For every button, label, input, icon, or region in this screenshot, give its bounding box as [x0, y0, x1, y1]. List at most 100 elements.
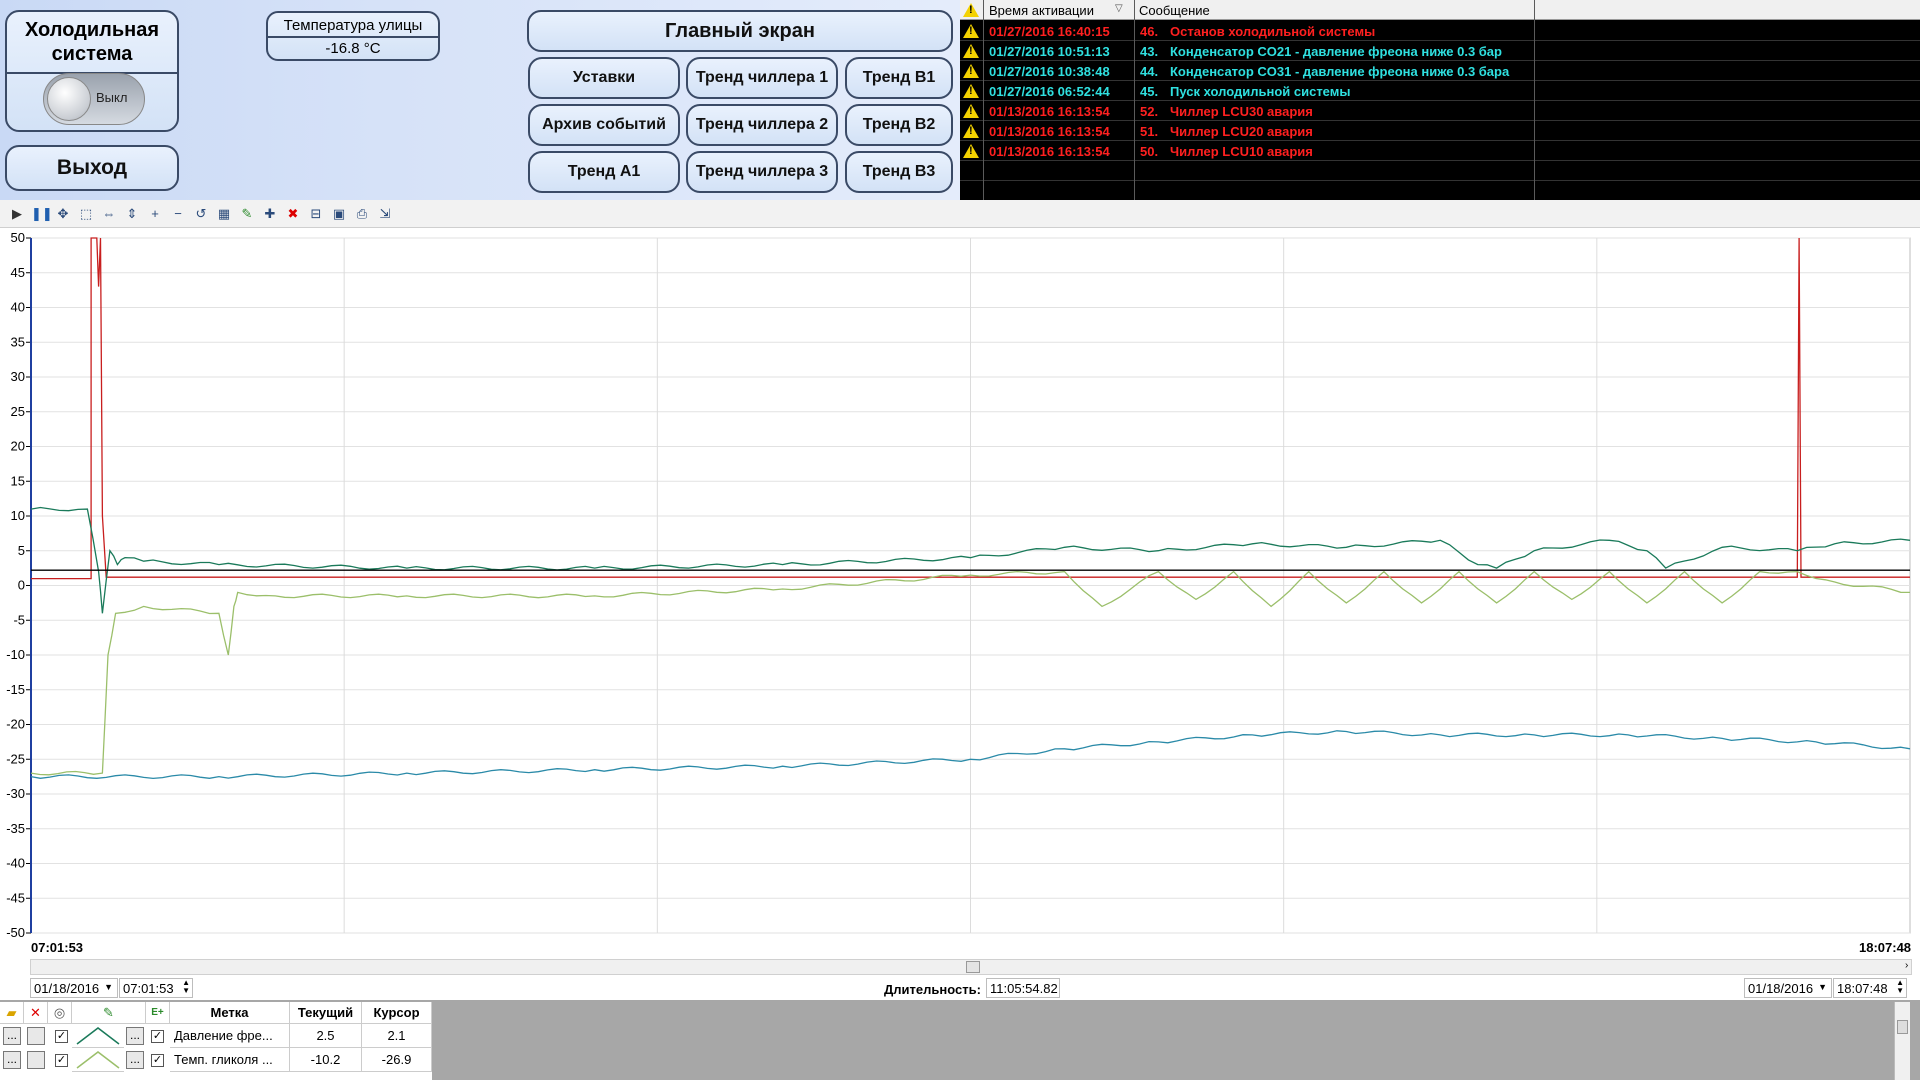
alarm-row[interactable]: 01/27/2016 10:38:48 44. Конденсатор CO31 -… [960, 61, 1920, 81]
y-tick-label: -50 [6, 925, 25, 938]
x-axis-end-label: 18:07:48 [1859, 940, 1912, 955]
start-date-value: 01/18/2016 [34, 981, 100, 996]
start-time-input[interactable]: 07:01:53 ▲ ▼ [119, 978, 193, 998]
warning-icon [963, 3, 979, 17]
trend-chart[interactable]: 50 45 40 35 30 25 20 15 10 5 0 -5 -10 -15 -20 -25 -30 -35… [0, 228, 1920, 958]
y-tick-label: 10 [11, 508, 25, 523]
open-folder-icon[interactable]: ▰ [0, 1002, 24, 1024]
x-axis-start-label: 07:01:53 [31, 940, 84, 955]
event-archive-button[interactable]: Архив событий [528, 104, 680, 146]
pen-current-value: -10.2 [290, 1048, 362, 1072]
exit-button[interactable]: Выход [5, 145, 179, 191]
add-pen-icon[interactable]: ✚ [261, 205, 279, 223]
trend-b1-button[interactable]: Тренд B1 [845, 57, 953, 99]
pen-style-preview [72, 1048, 124, 1072]
pen-color-button[interactable] [27, 1051, 45, 1069]
alarm-row[interactable]: 01/13/2016 16:13:54 52. Чиллер LCU30 авари… [960, 101, 1920, 121]
zoom-reset-icon[interactable]: ↺ [192, 205, 210, 223]
pen-menu-button[interactable]: ... [3, 1051, 21, 1069]
alarm-row[interactable]: 01/13/2016 16:13:54 51. Чиллер LCU20 авари… [960, 121, 1920, 141]
pen-color-button[interactable] [27, 1027, 45, 1045]
sort-desc-icon[interactable]: ▽ [1115, 3, 1123, 14]
pen-style-icon[interactable]: ✎ [72, 1002, 146, 1024]
column-divider [1534, 0, 1535, 200]
delete-icon[interactable]: ✕ [24, 1002, 48, 1024]
pen-settings-button[interactable]: ... [126, 1027, 144, 1045]
visibility-icon[interactable]: ◎ [48, 1002, 72, 1024]
alarm-row-empty [960, 181, 1920, 201]
scroll-right-icon[interactable]: › [1905, 960, 1908, 971]
y-tick-label: 35 [11, 334, 25, 349]
zoom-out-icon[interactable]: − [169, 205, 187, 223]
pen-visible-checkbox[interactable]: ✓ [55, 1030, 68, 1043]
alarm-row-empty [960, 161, 1920, 181]
ruler-icon[interactable]: ⊟ [307, 205, 325, 223]
chiller-trend-1-button[interactable]: Тренд чиллера 1 [686, 57, 838, 99]
end-time-input[interactable]: 18:07:48 ▲ ▼ [1833, 978, 1907, 998]
warning-icon [963, 24, 979, 38]
chiller-trend-2-button[interactable]: Тренд чиллера 2 [686, 104, 838, 146]
zoom-in-icon[interactable]: + [146, 205, 164, 223]
pen-cursor-value: -26.9 [362, 1048, 432, 1072]
time-scrollbar[interactable]: › [30, 959, 1912, 975]
pen-table-scrollbar[interactable] [1894, 1002, 1910, 1080]
duration-input[interactable]: 11:05:54.82 [986, 978, 1060, 998]
y-tick-label: -25 [6, 751, 25, 766]
scrollbar-thumb[interactable] [966, 961, 980, 973]
alarm-row[interactable]: 01/27/2016 10:51:13 43. Конденсатор CO21 -… [960, 41, 1920, 61]
scrollbar-thumb[interactable] [1897, 1020, 1908, 1034]
pen-enabled-checkbox[interactable]: ✓ [151, 1030, 164, 1043]
play-icon[interactable]: ▶ [8, 205, 26, 223]
add-pen-icon[interactable]: E+ [146, 1002, 170, 1024]
trend-a1-button[interactable]: Тренд A1 [528, 151, 680, 193]
alarm-row[interactable]: 01/13/2016 16:13:54 50. Чиллер LCU10 авари… [960, 141, 1920, 161]
dropdown-arrow-icon[interactable]: ▼ [1818, 982, 1827, 992]
trend-b3-button[interactable]: Тренд B3 [845, 151, 953, 193]
pen-visible-checkbox[interactable]: ✓ [55, 1054, 68, 1067]
pen-menu-button[interactable]: ... [3, 1027, 21, 1045]
column-header-cursor[interactable]: Курсор [362, 1002, 432, 1024]
chiller-trend-3-button[interactable]: Тренд чиллера 3 [686, 151, 838, 193]
column-header-time[interactable]: Время активации [989, 3, 1094, 18]
y-tick-label: 5 [18, 543, 25, 558]
trend-b2-button[interactable]: Тренд B2 [845, 104, 953, 146]
alarm-list[interactable]: Время активации ▽ Сообщение 01/27/2016 1… [960, 0, 1920, 201]
pen-edit-icon[interactable]: ✎ [238, 205, 256, 223]
alarm-time: 01/13/2016 16:13:54 [989, 104, 1110, 119]
alarm-message: Пуск холодильной системы [1170, 84, 1351, 99]
end-date-input[interactable]: 01/18/2016 ▼ [1744, 978, 1832, 998]
zoom-value-icon[interactable]: ⇕ [123, 205, 141, 223]
table-icon[interactable]: ▦ [215, 205, 233, 223]
delete-pen-icon[interactable]: ✖ [284, 205, 302, 223]
zoom-time-icon[interactable]: ⇔ [100, 205, 118, 223]
alarm-row[interactable]: 01/27/2016 16:40:15 46. Останов холодильно… [960, 21, 1920, 41]
dropdown-arrow-icon[interactable]: ▼ [104, 982, 113, 992]
pan-icon[interactable]: ✥ [54, 205, 72, 223]
alarm-row[interactable]: 01/27/2016 06:52:44 45. Пуск холодильной с… [960, 81, 1920, 101]
print-icon[interactable]: ⎙ [353, 205, 371, 223]
pen-enabled-checkbox[interactable]: ✓ [151, 1054, 164, 1067]
spin-icon[interactable]: ▲ ▼ [1896, 979, 1904, 995]
column-header-tag[interactable]: Метка [170, 1002, 290, 1024]
end-time-value: 18:07:48 [1837, 981, 1888, 996]
pause-icon[interactable]: ❚❚ [31, 205, 53, 223]
divider [268, 36, 438, 38]
warning-icon [963, 64, 979, 78]
start-date-input[interactable]: 01/18/2016 ▼ [30, 978, 118, 998]
settings-button[interactable]: Уставки [528, 57, 680, 99]
column-header-message[interactable]: Сообщение [1139, 3, 1210, 18]
spin-icon[interactable]: ▲ ▼ [182, 979, 190, 995]
trend-chart-svg[interactable]: 50454035302520151050-5-10-15-20-25-30-35… [0, 228, 1920, 938]
system-power-toggle[interactable]: Выкл [43, 73, 145, 125]
pen-settings-button[interactable]: ... [126, 1051, 144, 1069]
layout-icon[interactable]: ▣ [330, 205, 348, 223]
alarm-number: 45. [1140, 84, 1159, 99]
zoom-area-icon[interactable]: ⬚ [77, 205, 95, 223]
pen-table: ▰ ✕ ◎ ✎ E+ Метка Текущий Курсор ... ✓... ✓… [0, 1002, 432, 1080]
alarm-number: 46. [1140, 24, 1159, 39]
control-panel: Холодильная система Выкл Выход Температу… [0, 0, 960, 200]
main-screen-button[interactable]: Главный экран [527, 10, 953, 52]
column-header-current[interactable]: Текущий [290, 1002, 362, 1024]
export-icon[interactable]: ⇲ [376, 205, 394, 223]
y-tick-label: -15 [6, 682, 25, 697]
